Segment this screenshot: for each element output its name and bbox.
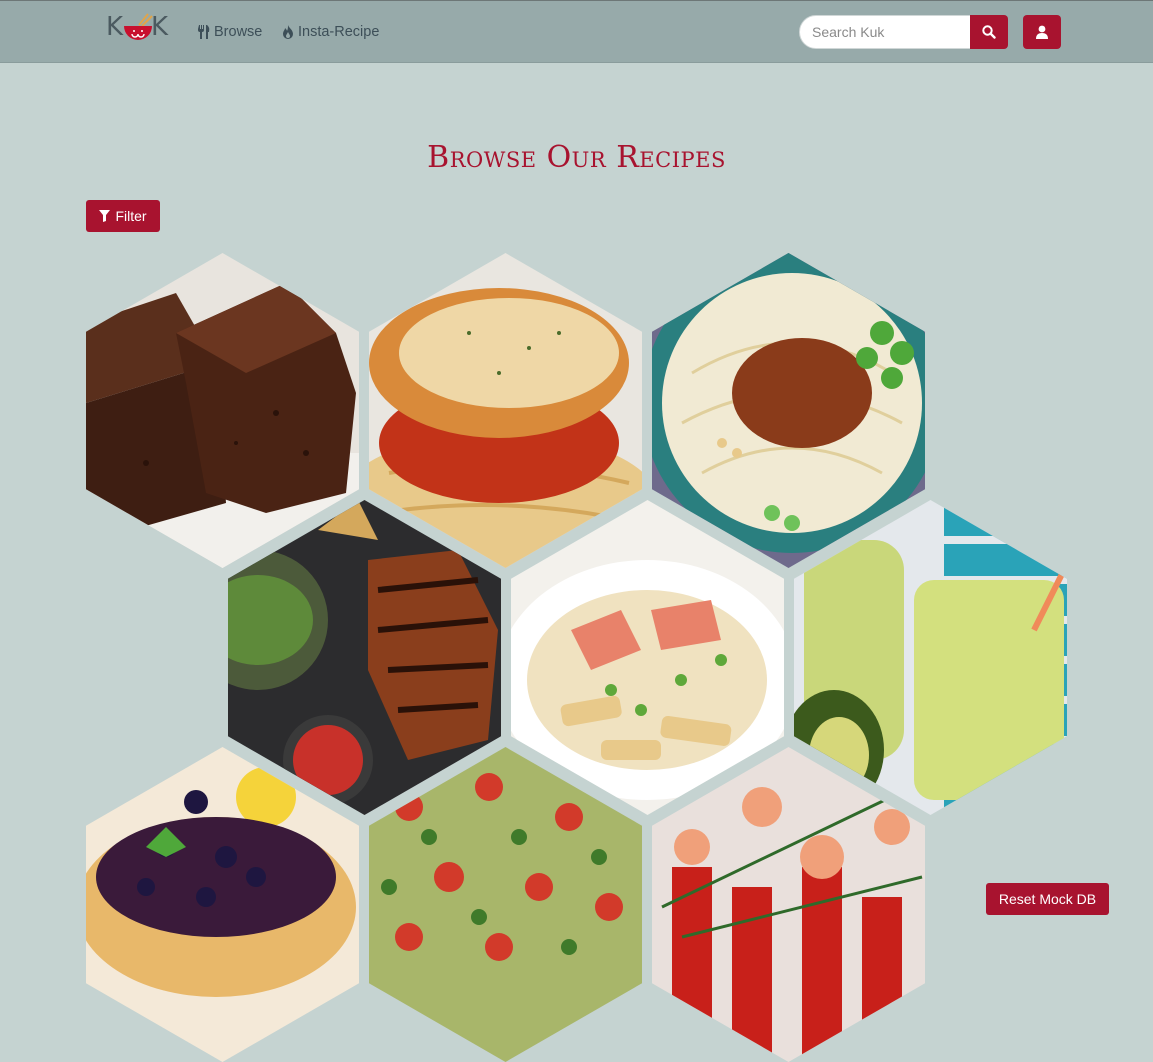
logo-letter-right: K [151,12,169,42]
recipe-image-grilled-chicken [228,500,501,815]
recipe-image-shrimp-appetizer [652,747,925,1062]
recipe-card-brownies[interactable] [86,253,359,568]
navbar: K K Browse Insta-Recipe [0,1,1153,63]
recipe-image-blueberry-pancakes [86,747,359,1062]
cutlery-icon [198,25,210,39]
recipe-image-tabbouleh-salad [369,747,642,1062]
search-icon [982,25,996,39]
reset-mock-db-button[interactable]: Reset Mock DB [986,883,1109,915]
recipe-card-grilled-chicken[interactable] [228,500,501,815]
search-input[interactable] [799,15,971,49]
recipe-card-tabbouleh-salad[interactable] [369,747,642,1062]
filter-button[interactable]: Filter [86,200,160,232]
user-account-button[interactable] [1023,15,1061,49]
user-icon [1036,25,1048,39]
filter-icon [99,210,111,222]
recipe-image-salmon-penne [511,500,784,815]
recipe-card-blueberry-pancakes[interactable] [86,747,359,1062]
nav-browse-label: Browse [214,24,263,40]
recipe-card-avocado-smoothie[interactable] [794,500,1067,815]
bowl-with-chopsticks-icon [124,13,153,40]
nav-insta-recipe-link[interactable]: Insta-Recipe [282,22,379,42]
recipe-image-noodle-bowl [652,253,925,568]
recipe-card-chicken-parmesan[interactable] [369,253,642,568]
search-bar [799,15,1008,49]
recipe-card-salmon-penne[interactable] [511,500,784,815]
recipe-card-shrimp-appetizer[interactable] [652,747,925,1062]
nav-browse-link[interactable]: Browse [197,22,262,42]
nav-insta-recipe-label: Insta-Recipe [298,24,380,40]
brand-logo[interactable]: K K [106,9,170,45]
recipe-card-noodle-bowl[interactable] [652,253,925,568]
fire-icon [283,25,293,39]
recipe-image-avocado-smoothie [794,500,1067,815]
recipe-image-brownies [86,253,359,568]
page-title: Browse Our Recipes [427,140,726,175]
search-button[interactable] [970,15,1008,49]
filter-label: Filter [115,208,147,224]
recipe-image-chicken-parmesan [369,253,642,568]
